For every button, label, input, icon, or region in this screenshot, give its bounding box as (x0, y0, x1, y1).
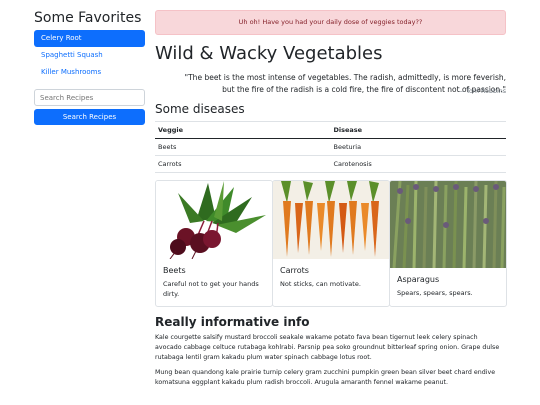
info-paragraph: Kale courgette salsify mustard broccoli … (155, 334, 500, 361)
beets-image (156, 181, 272, 259)
card-text: Spears, spears, spears. (397, 289, 473, 297)
sidebar-title: Some Favorites (34, 10, 142, 26)
table-cell: Beeturia (330, 138, 506, 156)
main-content: Uh oh! Have you had your daily dose of v… (155, 10, 507, 388)
page-title: Wild & Wacky Vegetables (155, 43, 383, 64)
alert-banner: Uh oh! Have you had your daily dose of v… (155, 10, 506, 35)
card-group: Beets Careful not to get your hands dirt… (155, 180, 507, 307)
quote-text: "The beet is the most intense of vegetab… (184, 73, 506, 94)
card-text: Careful not to get your hands dirty. (163, 280, 259, 298)
card-body: Beets Careful not to get your hands dirt… (156, 259, 272, 305)
diseases-table: Veggie Disease Beets Beeturia Carrots Ca… (155, 121, 506, 173)
card-text: Not sticks, can motivate. (280, 280, 361, 288)
sidebar-item-killer-mushrooms[interactable]: Killer Mushrooms (34, 64, 145, 81)
card-title: Carrots (280, 266, 309, 275)
table-cell: Beets (155, 138, 331, 156)
table-header-disease: Disease (330, 121, 506, 139)
table-cell: Carrots (155, 155, 331, 173)
card-body: Carrots Not sticks, can motivate. (273, 259, 389, 295)
card-title: Beets (163, 266, 186, 275)
sidebar: Some Favorites Celery Root Spaghetti Squ… (34, 8, 145, 125)
blockquote: "The beet is the most intense of vegetab… (155, 72, 506, 96)
table-row: Beets Beeturia (155, 138, 506, 156)
card-carrots: Carrots Not sticks, can motivate. (272, 180, 390, 307)
sidebar-item-spaghetti-squash[interactable]: Spaghetti Squash (34, 47, 145, 64)
card-beets: Beets Careful not to get your hands dirt… (155, 180, 273, 307)
diseases-heading: Some diseases (155, 102, 245, 116)
table-header-veggie: Veggie (155, 121, 331, 139)
card-body: Asparagus Spears, spears, spears. (390, 268, 506, 304)
table-cell: Carotenosis (330, 155, 506, 173)
card-title: Asparagus (397, 275, 440, 284)
carrots-image (273, 181, 389, 259)
search-button[interactable]: Search Recipes (34, 109, 145, 125)
sidebar-item-celery-root[interactable]: Celery Root (34, 30, 145, 47)
asparagus-image (390, 181, 506, 268)
table-header-row: Veggie Disease (155, 121, 506, 139)
info-paragraph: Mung bean quandong kale prairie turnip c… (155, 369, 496, 386)
card-asparagus: Asparagus Spears, spears, spears. (389, 180, 507, 307)
table-row: Carrots Carotenosis (155, 155, 506, 173)
info-heading: Really informative info (155, 315, 310, 329)
search-input[interactable] (34, 89, 145, 106)
